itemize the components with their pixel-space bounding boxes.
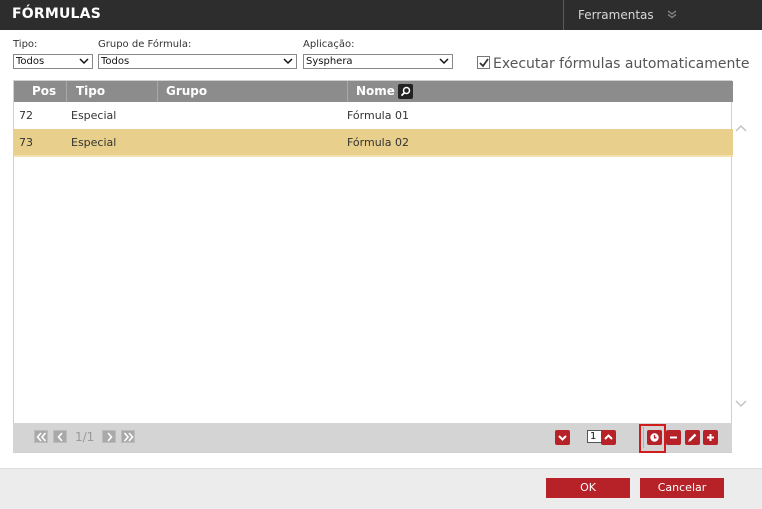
cell-tipo: Especial [71, 109, 117, 122]
aplicacao-select[interactable]: Sysphera [303, 54, 453, 69]
tools-menu[interactable]: Ferramentas [578, 8, 677, 22]
pager-bar: 1/1 1 [13, 423, 732, 452]
page-info: 1/1 [75, 430, 95, 444]
column-header-grupo[interactable]: Grupo [158, 81, 207, 102]
auto-execute-label: Executar fórmulas automaticamente [493, 56, 750, 72]
cancel-button[interactable]: Cancelar [640, 478, 724, 498]
remove-button[interactable] [666, 430, 681, 445]
tipo-select-value: Todos [16, 56, 45, 67]
move-up-button[interactable] [601, 430, 616, 445]
cell-tipo: Especial [71, 136, 117, 149]
column-header-nome[interactable]: Nome [348, 81, 395, 102]
edit-button[interactable] [685, 430, 700, 445]
search-button[interactable] [398, 84, 413, 99]
cell-pos: 72 [19, 109, 33, 122]
tipo-select[interactable]: Todos [13, 54, 93, 69]
double-chevron-left-icon [36, 432, 47, 442]
history-button-highlight [639, 424, 666, 453]
tipo-label: Tipo: [13, 39, 38, 50]
double-chevron-down-icon [667, 9, 677, 22]
prev-page-button[interactable] [53, 430, 67, 443]
table-row-selected[interactable]: 73 Especial Fórmula 02 [14, 129, 733, 157]
aplicacao-label: Aplicação: [303, 39, 355, 50]
add-button[interactable] [703, 430, 718, 445]
cell-pos: 73 [19, 136, 33, 149]
first-page-button[interactable] [34, 430, 48, 443]
double-chevron-right-icon [123, 432, 134, 442]
cell-nome: Fórmula 01 [347, 109, 409, 122]
tools-menu-label: Ferramentas [578, 8, 654, 22]
pencil-icon [688, 433, 697, 442]
grupo-select[interactable]: Todos [98, 54, 297, 69]
cell-nome: Fórmula 02 [347, 136, 409, 149]
next-page-button[interactable] [102, 430, 116, 443]
checkmark-icon [479, 58, 489, 68]
chevron-left-icon [57, 432, 63, 442]
grid-header: Pos Tipo Grupo Nome [14, 81, 733, 102]
table-row[interactable]: 72 Especial Fórmula 01 [14, 102, 733, 130]
chevron-up-icon [604, 434, 613, 440]
chevron-down-icon [283, 55, 293, 68]
column-header-pos[interactable]: Pos [24, 81, 56, 102]
move-down-button[interactable] [555, 430, 570, 445]
formulas-grid: Pos Tipo Grupo Nome 72 Especial Fórmula … [13, 80, 733, 453]
chevron-down-icon [439, 55, 449, 68]
minus-icon [670, 436, 677, 439]
ok-button[interactable]: OK [546, 478, 630, 498]
grupo-select-value: Todos [101, 56, 130, 67]
scroll-up-icon[interactable] [734, 118, 748, 132]
search-icon [400, 86, 411, 97]
chevron-down-icon [558, 435, 567, 441]
grupo-label: Grupo de Fórmula: [98, 39, 192, 50]
last-page-button[interactable] [121, 430, 135, 443]
plus-icon [707, 434, 714, 441]
chevron-right-icon [107, 432, 113, 442]
title-bar: FÓRMULAS Ferramentas [0, 0, 762, 30]
title-separator [563, 0, 564, 30]
aplicacao-select-value: Sysphera [306, 56, 353, 67]
page-title: FÓRMULAS [12, 6, 101, 22]
scroll-down-icon[interactable] [734, 394, 748, 408]
auto-execute-checkbox[interactable] [477, 56, 490, 69]
column-separator [66, 81, 67, 102]
column-header-tipo[interactable]: Tipo [68, 81, 105, 102]
chevron-down-icon [79, 55, 89, 68]
